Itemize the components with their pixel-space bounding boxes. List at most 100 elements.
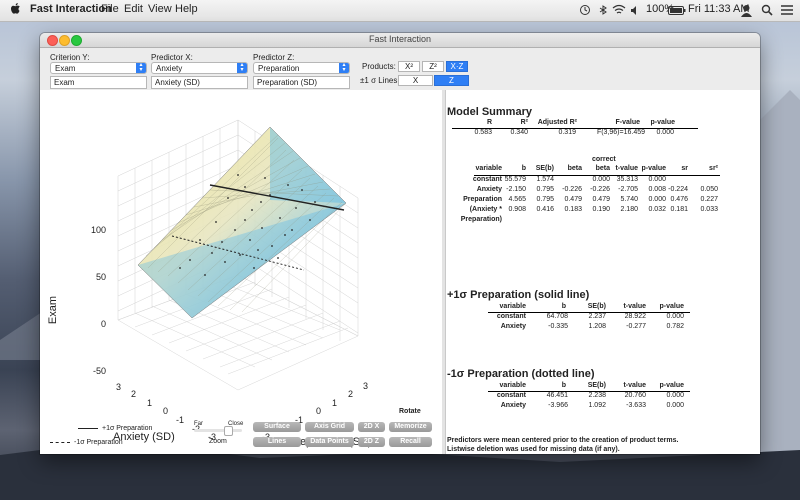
model-summary-title: Model Summary — [447, 106, 532, 118]
bluetooth-icon[interactable] — [597, 4, 609, 16]
plot-area[interactable]: 100 50 0 -50 Exam 3 2 1 0 -1 -2 -3 3 2 1… — [40, 90, 442, 454]
product-x-squared-toggle[interactable]: X² — [398, 61, 420, 72]
predictor-z-display-field[interactable]: Preparation (SD) — [253, 76, 350, 89]
criterion-y-display-field[interactable]: Exam — [50, 76, 147, 89]
simple-slope-value-cell: 1.092 — [588, 402, 606, 409]
note-listwise: Listwise deletion was used for missing d… — [447, 446, 620, 453]
simple-slope-value-cell: -0.335 — [548, 323, 568, 330]
2d-z-button[interactable]: 2D Z — [358, 437, 385, 447]
simple-slope-value-cell: 0.782 — [666, 323, 684, 330]
apple-icon[interactable] — [10, 2, 21, 15]
minus-header-variable: variable — [499, 382, 526, 389]
z-tick: 3 — [363, 381, 368, 391]
coef-header-t: t-value — [615, 165, 638, 172]
legend-dotted: -1σ Preparation — [50, 439, 123, 446]
simple-slope-value-cell: 46.451 — [546, 392, 568, 399]
plus-header-t: t-value — [623, 303, 646, 310]
zoom-far-label: Far — [194, 421, 203, 427]
simple-slope-value-cell: 2.237 — [588, 313, 606, 320]
zoom-slider-knob[interactable] — [224, 426, 233, 436]
simple-slope-value-cell: 0.000 — [666, 313, 684, 320]
criterion-y-label: Criterion Y: — [50, 53, 90, 62]
coef-value-cell: 0.050 — [700, 186, 718, 193]
select-arrows-icon: ▴ ▾ — [136, 62, 146, 73]
ms-value-adj-r2: 0.319 — [558, 129, 576, 136]
minus-header-b: b — [561, 382, 566, 389]
simple-slope-value-cell: 64.708 — [546, 313, 568, 320]
ms-header-adj-r2: Adjusted R² — [537, 119, 577, 126]
coef-value-cell: 0.190 — [592, 206, 610, 213]
lines-z-toggle[interactable]: Z — [434, 75, 469, 86]
product-z-squared-toggle[interactable]: Z² — [422, 61, 444, 72]
x-tick: 3 — [116, 382, 121, 392]
menu-view[interactable]: View — [148, 3, 172, 15]
x-tick: 0 — [163, 406, 168, 416]
ms-value-f: F(3,96)=16.459 — [596, 129, 645, 136]
simple-slope-variable-cell: constant — [496, 313, 526, 320]
y-axis-label: Exam — [47, 296, 59, 324]
product-xz-toggle[interactable]: X·Z — [446, 61, 468, 72]
window-title: Fast Interaction — [368, 34, 432, 44]
predictor-x-label: Predictor X: — [151, 53, 193, 62]
minus-sigma-title: -1σ Preparation (dotted line) — [447, 368, 595, 380]
menu-help[interactable]: Help — [175, 3, 198, 15]
solid-line-swatch — [78, 427, 98, 429]
criterion-y-value: Exam — [55, 64, 76, 73]
predictor-x-select[interactable]: Anxiety ▴ ▾ — [151, 62, 248, 74]
coef-value-cell: 1.574 — [536, 176, 554, 183]
predictor-z-value: Preparation — [258, 64, 300, 73]
notification-center-icon[interactable] — [781, 5, 793, 15]
select-arrows-icon: ▴ ▾ — [237, 62, 247, 73]
2d-x-button[interactable]: 2D X — [358, 422, 385, 432]
coef-value-cell: -2.150 — [506, 186, 526, 193]
results-panel: Model Summary R R² Adjusted R² F-value p… — [445, 90, 760, 454]
menu-file[interactable]: File — [101, 3, 119, 15]
ms-value-p: 0.000 — [656, 129, 674, 136]
plus-header-b: b — [561, 303, 566, 310]
wifi-icon[interactable] — [612, 4, 626, 16]
surface-button[interactable]: Surface — [253, 422, 301, 432]
plus-header-p: p-value — [659, 303, 684, 310]
plus-header-variable: variable — [499, 303, 526, 310]
coef-value-cell: -0.224 — [668, 186, 688, 193]
ms-value-r2: 0.340 — [510, 129, 528, 136]
3d-surface-plot[interactable]: 100 50 0 -50 Exam 3 2 1 0 -1 -2 -3 3 2 1… — [40, 90, 442, 454]
coef-value-cell: 0.416 — [536, 206, 554, 213]
fast-interaction-window: Fast Interaction Criterion Y: Exam ▴ ▾ Pr… — [40, 33, 760, 454]
coef-value-cell: 0.479 — [592, 196, 610, 203]
lines-button[interactable]: Lines — [253, 437, 301, 447]
volume-icon[interactable] — [630, 5, 640, 16]
ms-header-p: p-value — [650, 119, 675, 126]
coef-value-cell: 0.479 — [564, 196, 582, 203]
coef-header-correct-beta: beta — [595, 165, 610, 172]
coef-value-cell: 0.476 — [670, 196, 688, 203]
data-points-button[interactable]: Data Points — [305, 437, 354, 447]
time-machine-icon[interactable] — [579, 4, 591, 16]
coef-value-cell: 2.180 — [620, 206, 638, 213]
coef-variable-cell: Anxiety — [476, 186, 502, 193]
coef-header-sr2: sr² — [709, 165, 718, 172]
criterion-y-select[interactable]: Exam ▴ ▾ — [50, 62, 147, 74]
coef-header-seb: SE(b) — [535, 165, 554, 172]
battery-icon[interactable] — [668, 6, 686, 15]
lines-x-toggle[interactable]: X — [398, 75, 433, 86]
predictor-z-select[interactable]: Preparation ▴ ▾ — [253, 62, 350, 74]
axis-grid-button[interactable]: Axis Grid — [305, 422, 354, 432]
ms-header-r: R — [486, 119, 492, 126]
z-axis-ticks: 3 2 1 0 -1 -2 -3 — [262, 381, 368, 442]
coef-value-cell: 55.579 — [504, 176, 526, 183]
spotlight-icon[interactable] — [761, 4, 773, 16]
minus-header-seb: SE(b) — [587, 382, 606, 389]
ms-value-r: 0.583 — [474, 129, 492, 136]
predictor-x-display-field[interactable]: Anxiety (SD) — [151, 76, 248, 89]
zoom-slider[interactable] — [194, 426, 242, 436]
memorize-button[interactable]: Memorize — [389, 422, 432, 432]
user-icon[interactable] — [741, 4, 752, 17]
coef-variable-cell: (Anxiety * — [469, 206, 502, 213]
coef-value-cell: 0.795 — [536, 186, 554, 193]
menu-edit[interactable]: Edit — [124, 3, 143, 15]
recall-button[interactable]: Recall — [389, 437, 432, 447]
app-menu[interactable]: Fast Interaction — [30, 3, 112, 15]
simple-slope-value-cell: 1.208 — [588, 323, 606, 330]
y-tick: 0 — [101, 319, 106, 329]
